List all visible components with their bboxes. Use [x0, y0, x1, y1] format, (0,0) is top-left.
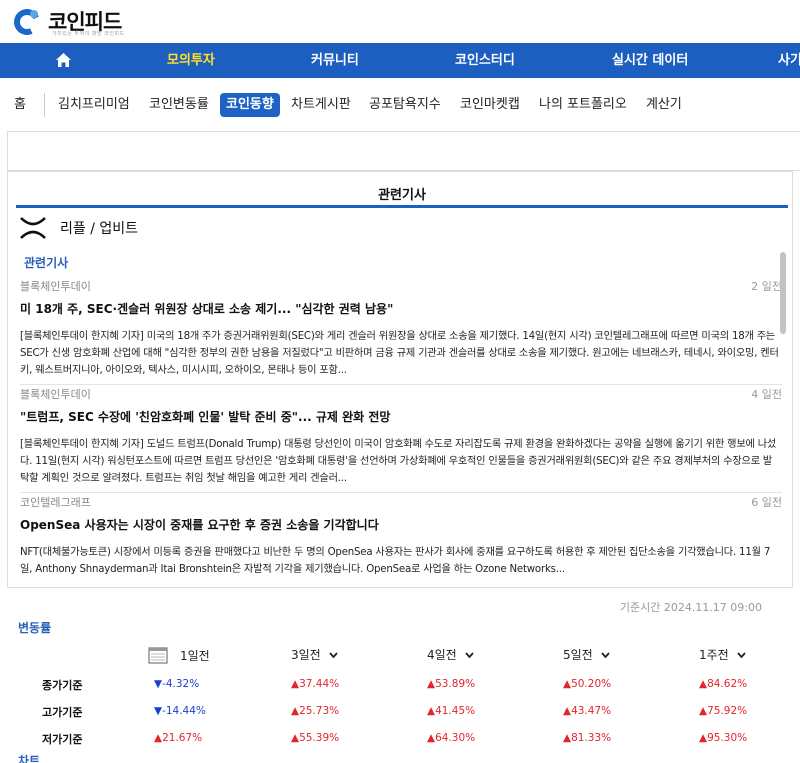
- rate-row-label: 저가기준: [42, 733, 83, 746]
- article-list: 블록체인투데이 2 일전 미 18개 주, SEC·겐슬러 위원장 상대로 소송…: [20, 278, 782, 587]
- rate-cell: ▲37.44%: [291, 678, 340, 690]
- brand-tagline: 가치있는 투자의 향방 코인피드: [52, 31, 125, 37]
- rate-cell: ▲41.45%: [427, 705, 476, 717]
- nav-truncated[interactable]: 사기: [778, 43, 800, 78]
- subnav-coin-trend[interactable]: 코인동향: [220, 93, 280, 117]
- coin-row: 리플 / 업비트: [20, 216, 138, 240]
- rate-cell: ▼-14.44%: [154, 705, 206, 717]
- subnav-calculator[interactable]: 계산기: [646, 93, 682, 117]
- nav-realtime-data[interactable]: 실시간 데이터: [612, 43, 688, 78]
- panel-title: 관련기사: [378, 188, 426, 203]
- chevron-down-icon[interactable]: [329, 651, 338, 658]
- rate-cell: ▲84.62%: [699, 678, 748, 690]
- rate-cell: ▼-4.32%: [154, 678, 200, 690]
- column-5day[interactable]: 5일전: [563, 646, 610, 663]
- article-body: [블록체인투데이 한지혜 기자] 도널드 트럼프(Donald Trump) 대…: [20, 439, 777, 484]
- article-source: 코인텔레그래프: [20, 496, 91, 509]
- subnav-coin-marketcap[interactable]: 코인마켓캡: [460, 93, 520, 117]
- column-1week[interactable]: 1주전: [699, 646, 746, 663]
- news-scrollbar[interactable]: [780, 252, 786, 334]
- article-source: 블록체인투데이: [20, 280, 91, 293]
- rate-cell: ▲25.73%: [291, 705, 340, 717]
- rate-row-label: 종가기준: [42, 679, 83, 692]
- nav-mock-invest[interactable]: 모의투자: [167, 43, 215, 78]
- news-section-label: 관련기사: [24, 256, 69, 270]
- rate-cell: ▲81.33%: [563, 732, 612, 744]
- article-item[interactable]: 블록체인투데이 4 일전 "트럼프, SEC 수장에 '친암호화폐 인물' 발탁…: [20, 386, 782, 494]
- column-4day[interactable]: 4일전: [427, 646, 474, 663]
- article-source: 블록체인투데이: [20, 388, 91, 401]
- xrp-icon: [20, 217, 46, 239]
- rate-cell: ▲95.30%: [699, 732, 748, 744]
- column-label: 1주전: [699, 648, 729, 662]
- banner-box: [7, 131, 800, 171]
- chevron-down-icon[interactable]: [737, 651, 746, 658]
- home-icon[interactable]: [55, 52, 72, 68]
- sub-nav: 홈 김치프리미엄 코인변동률 코인동향 차트게시판 공포탐욕지수 코인마켓캡 나…: [0, 78, 800, 128]
- subnav-kimchi-premium[interactable]: 김치프리미엄: [58, 93, 130, 117]
- coin-name: 리플 / 업비트: [60, 221, 139, 237]
- rate-cell: ▲43.47%: [563, 705, 612, 717]
- change-rate-label: 변동률: [18, 621, 52, 635]
- subnav-my-portfolio[interactable]: 나의 포트폴리오: [539, 93, 627, 117]
- chevron-down-icon[interactable]: [601, 651, 610, 658]
- article-date: 2 일전: [751, 280, 782, 293]
- subnav-coin-change-rate[interactable]: 코인변동률: [149, 93, 209, 117]
- column-3day[interactable]: 3일전: [291, 646, 338, 663]
- column-label: 4일전: [427, 648, 457, 662]
- article-divider: [20, 492, 782, 493]
- rate-cell: ▲21.67%: [154, 732, 203, 744]
- column-1day[interactable]: 1일전: [148, 646, 210, 664]
- calendar-icon[interactable]: [148, 646, 168, 664]
- article-body: [블록체인투데이 한지혜 기자] 미국의 18개 주가 증권거래위원회(SEC)…: [20, 331, 779, 376]
- article-headline[interactable]: 미 18개 주, SEC·겐슬러 위원장 상대로 소송 제기... "심각한 권…: [20, 300, 393, 317]
- article-item[interactable]: 코인텔레그래프 6 일전 OpenSea 사용자는 시장이 중재를 요구한 후 …: [20, 494, 782, 587]
- rate-cell: ▲50.20%: [563, 678, 612, 690]
- related-news-panel: 관련기사 리플 / 업비트 관련기사 블록체인투데이 2 일전 미 18개 주,…: [7, 171, 793, 588]
- rate-row-label: 고가기준: [42, 706, 83, 719]
- article-date: 6 일전: [751, 496, 782, 509]
- article-divider: [20, 384, 782, 385]
- subnav-home[interactable]: 홈: [14, 93, 26, 117]
- rate-cell: ▲75.92%: [699, 705, 748, 717]
- main-nav: 모의투자 커뮤니티 코인스터디 실시간 데이터 사기: [0, 43, 800, 78]
- subnav-chart-board[interactable]: 차트게시판: [291, 93, 351, 117]
- article-date: 4 일전: [751, 388, 782, 401]
- nav-coin-study[interactable]: 코인스터디: [455, 43, 515, 78]
- column-label: 1일전: [180, 648, 210, 663]
- article-body: NFT(대체불가능토큰) 시장에서 미등록 증권을 판매했다고 비난한 두 명의…: [20, 547, 771, 575]
- chevron-down-icon[interactable]: [465, 651, 474, 658]
- rate-cell: ▲53.89%: [427, 678, 476, 690]
- panel-title-rule: [16, 205, 788, 208]
- reference-time: 기준시간 2024.11.17 09:00: [619, 601, 762, 614]
- subnav-divider: [44, 93, 45, 117]
- article-item[interactable]: 블록체인투데이 2 일전 미 18개 주, SEC·겐슬러 위원장 상대로 소송…: [20, 278, 782, 386]
- rate-cell: ▲55.39%: [291, 732, 340, 744]
- logo-icon: [10, 5, 44, 39]
- rate-cell: ▲64.30%: [427, 732, 476, 744]
- logo-bar: 코인피드 가치있는 투자의 향방 코인피드: [0, 0, 800, 43]
- nav-community[interactable]: 커뮤니티: [311, 43, 359, 78]
- article-headline[interactable]: "트럼프, SEC 수장에 '친암호화폐 인물' 발탁 준비 중"... 규제 …: [20, 408, 390, 425]
- article-headline[interactable]: OpenSea 사용자는 시장이 중재를 요구한 후 증권 소송을 기각합니다: [20, 516, 379, 533]
- chart-section-label: 차트: [18, 754, 41, 763]
- subnav-fear-greed[interactable]: 공포탐욕지수: [369, 93, 441, 117]
- column-label: 3일전: [291, 648, 321, 662]
- column-label: 5일전: [563, 648, 593, 662]
